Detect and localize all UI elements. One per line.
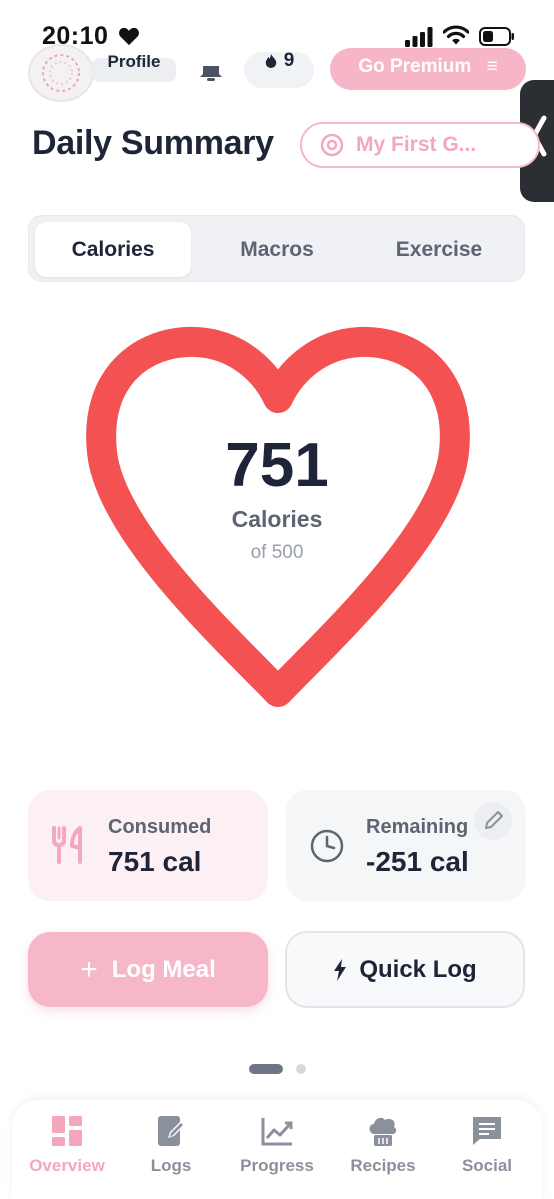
bell-icon[interactable]: [198, 62, 224, 82]
go-premium-button[interactable]: Go Premium ≡: [330, 48, 526, 90]
wifi-icon: [443, 25, 469, 45]
lightning-icon: [334, 958, 347, 981]
chat-icon: [473, 1117, 501, 1145]
nav-logs-label: Logs: [150, 1156, 192, 1175]
menu-icon: ≡: [486, 56, 498, 77]
remaining-label: Remaining: [366, 816, 469, 838]
remaining-card: Remaining -251 cal: [286, 790, 526, 901]
quick-log-button[interactable]: Quick Log: [285, 931, 525, 1008]
page-indicator-active[interactable]: [249, 1064, 283, 1074]
nav-progress[interactable]: Progress: [224, 1114, 330, 1176]
goal-selector[interactable]: My First G...: [300, 122, 540, 168]
log-meal-button[interactable]: + Log Meal: [28, 932, 268, 1007]
nav-social[interactable]: Social: [434, 1114, 540, 1176]
pencil-icon: [485, 811, 503, 829]
goal-chip-label: My First G...: [356, 133, 477, 156]
battery-icon: [479, 27, 514, 46]
chart-icon: [261, 1118, 293, 1146]
fork-knife-icon: [52, 826, 82, 864]
log-meal-label: Log Meal: [111, 955, 216, 983]
calorie-value: 751: [225, 431, 329, 500]
nav-recipes[interactable]: Recipes: [330, 1114, 436, 1176]
consumed-value: 751 cal: [108, 846, 202, 877]
consumed-card: Consumed 751 cal: [28, 790, 268, 901]
avatar[interactable]: [28, 44, 94, 102]
consumed-label: Consumed: [108, 816, 212, 838]
tab-exercise[interactable]: Exercise: [361, 222, 517, 277]
summary-tabs: Calories Macros Exercise: [28, 215, 525, 282]
profile-label[interactable]: Profile: [92, 53, 176, 82]
target-icon: [320, 133, 344, 157]
clock-icon: [310, 829, 344, 863]
remaining-value: -251 cal: [366, 846, 469, 877]
nav-recipes-label: Recipes: [350, 1156, 416, 1175]
plus-icon: +: [80, 952, 98, 986]
nav-logs[interactable]: Logs: [118, 1114, 224, 1176]
tab-calories[interactable]: Calories: [35, 222, 191, 277]
chef-hat-icon: [369, 1117, 397, 1146]
streak-counter[interactable]: 9: [244, 50, 314, 88]
premium-label: Go Premium: [358, 56, 472, 77]
log-book-icon: [158, 1116, 185, 1146]
nav-overview[interactable]: Overview: [14, 1114, 120, 1176]
bottom-navigation: Overview Logs Progress Recipes Social: [12, 1100, 542, 1199]
heart-status-icon: [119, 27, 139, 46]
streak-count: 9: [283, 50, 295, 71]
nav-social-label: Social: [461, 1156, 513, 1175]
cellular-signal-icon: [405, 27, 433, 47]
flame-icon: [265, 53, 276, 68]
page-indicator[interactable]: [296, 1064, 306, 1074]
calorie-label: Calories: [231, 506, 323, 532]
tab-macros[interactable]: Macros: [199, 222, 355, 277]
dashboard-icon: [52, 1116, 82, 1146]
nav-overview-label: Overview: [29, 1156, 105, 1175]
quick-log-label: Quick Log: [359, 955, 477, 983]
nav-progress-label: Progress: [240, 1156, 314, 1175]
page-title: Daily Summary: [32, 124, 274, 162]
calorie-goal: of 500: [250, 542, 304, 563]
avatar-wreath-icon: [42, 54, 80, 92]
edit-goal-button[interactable]: [474, 802, 512, 840]
